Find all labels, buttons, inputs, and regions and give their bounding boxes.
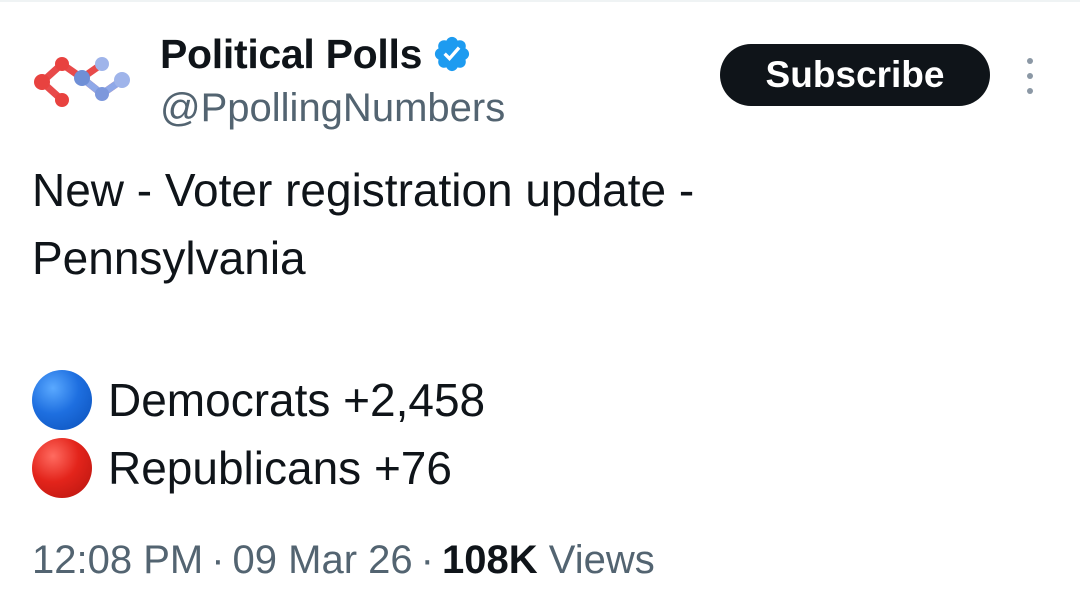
- author-display-name[interactable]: Political Polls: [160, 30, 422, 78]
- blue-circle-icon: [32, 370, 92, 430]
- views-label: Views: [548, 538, 655, 582]
- author-handle[interactable]: @PpollingNumbers: [160, 84, 505, 132]
- post-text-line: Pennsylvania: [32, 232, 306, 284]
- red-circle-icon: [32, 438, 92, 498]
- meta-separator: ·: [420, 538, 434, 582]
- more-options-icon[interactable]: [1018, 58, 1042, 94]
- republicans-stat: Republicans +76: [32, 438, 452, 498]
- more-dot: [1027, 73, 1033, 79]
- republicans-stat-text: Republicans +76: [108, 442, 452, 494]
- post-date[interactable]: 09 Mar 26: [233, 538, 413, 582]
- post-text-line: New - Voter registration update -: [32, 164, 695, 216]
- post-time[interactable]: 12:08 PM: [32, 538, 203, 582]
- more-dot: [1027, 88, 1033, 94]
- more-dot: [1027, 58, 1033, 64]
- meta-separator: ·: [211, 538, 225, 582]
- democrats-stat-text: Democrats +2,458: [108, 374, 486, 426]
- tweet-card: Political Polls @PpollingNumbers Subscri…: [0, 0, 1080, 592]
- author-name-row: Political Polls: [160, 30, 472, 78]
- views-count[interactable]: 108K: [442, 538, 538, 582]
- democrats-stat: Democrats +2,458: [32, 370, 485, 430]
- avatar[interactable]: [30, 48, 132, 118]
- verified-badge-icon: [435, 36, 470, 72]
- network-nodes-logo-icon: [34, 57, 130, 107]
- post-meta: 12:08 PM · 09 Mar 26 · 108K Views: [32, 534, 655, 586]
- subscribe-button[interactable]: Subscribe: [720, 44, 990, 106]
